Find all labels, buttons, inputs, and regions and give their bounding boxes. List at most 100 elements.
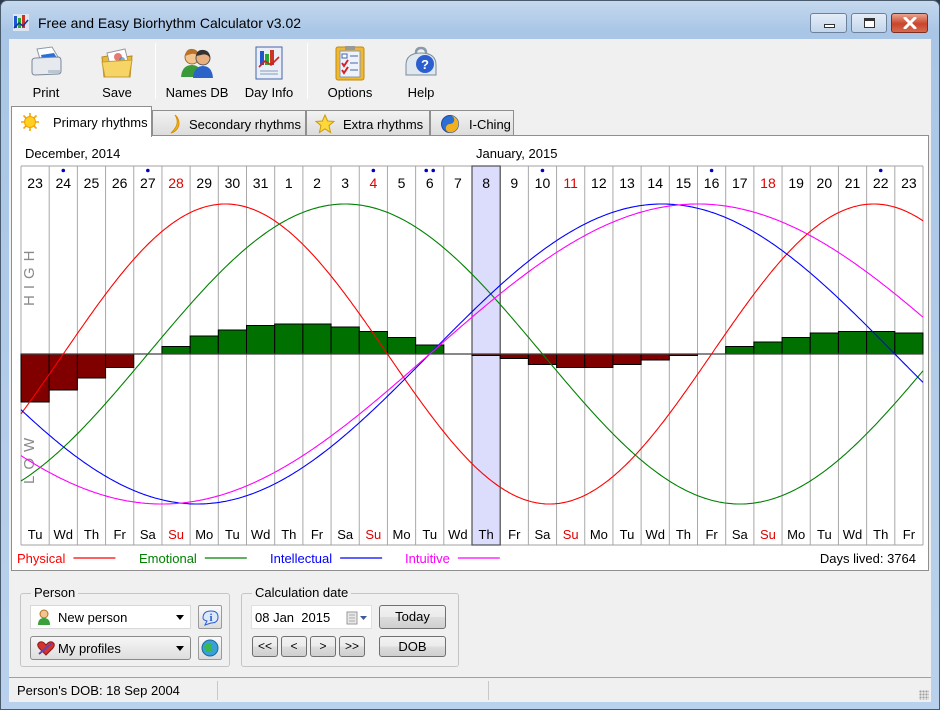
maximize-icon bbox=[864, 18, 875, 28]
event-dot bbox=[709, 168, 714, 173]
day-number: 6 bbox=[426, 175, 434, 191]
day-info-button[interactable]: Day Info bbox=[239, 41, 299, 103]
status-dob-text: Person's DOB: 18 Sep 2004 bbox=[17, 683, 180, 698]
combined-bar bbox=[781, 337, 811, 355]
dob-button[interactable]: DOB bbox=[379, 636, 446, 657]
back-month-button[interactable]: << bbox=[252, 636, 278, 657]
weekday-label: Tu bbox=[817, 527, 832, 542]
weekday-label: Sa bbox=[140, 527, 157, 542]
options-button[interactable]: Options bbox=[319, 41, 381, 103]
day-info-label: Day Info bbox=[244, 85, 294, 100]
day-number: 31 bbox=[253, 175, 269, 191]
tab-extra-rhythms[interactable]: Extra rhythms bbox=[306, 110, 430, 136]
combined-bar bbox=[527, 353, 558, 365]
tab-label: Extra rhythms bbox=[343, 117, 424, 132]
weekday-label: Th bbox=[676, 527, 691, 542]
day-number: 27 bbox=[140, 175, 156, 191]
today-button[interactable]: Today bbox=[379, 605, 446, 629]
combined-bar bbox=[499, 353, 529, 359]
days-lived-label: Days lived: 3764 bbox=[820, 551, 916, 566]
save-label: Save bbox=[102, 85, 132, 100]
tab-primary-rhythms[interactable]: Primary rhythms bbox=[11, 106, 152, 137]
day-number: 7 bbox=[454, 175, 462, 191]
forward-day-button[interactable]: > bbox=[310, 636, 336, 657]
help-button[interactable]: ? Help bbox=[391, 41, 451, 103]
combined-bar bbox=[217, 329, 247, 355]
day-number: 17 bbox=[732, 175, 748, 191]
combined-bar bbox=[246, 325, 276, 355]
close-icon bbox=[903, 17, 917, 29]
weekday-label: Th bbox=[873, 527, 888, 542]
legend-label-intuitive: Intuitive bbox=[405, 551, 450, 566]
combined-bar bbox=[894, 332, 924, 355]
day-number: 24 bbox=[55, 175, 71, 191]
day-number: 20 bbox=[817, 175, 833, 191]
tab-secondary-rhythms[interactable]: Secondary rhythms bbox=[152, 110, 306, 136]
weekday-label: Wd bbox=[645, 527, 665, 542]
profiles-select[interactable]: My profiles bbox=[30, 636, 191, 660]
close-button[interactable] bbox=[891, 13, 928, 33]
maximize-button[interactable] bbox=[851, 13, 887, 33]
chevron-down-icon bbox=[176, 615, 184, 620]
weekday-label: Wd bbox=[54, 527, 74, 542]
minimize-button[interactable] bbox=[810, 13, 847, 33]
weekday-label: Su bbox=[563, 527, 579, 542]
profiles-icon bbox=[37, 641, 55, 656]
weekday-label: Sa bbox=[337, 527, 354, 542]
combined-bar bbox=[415, 344, 445, 355]
calculation-date-label: Calculation date bbox=[252, 585, 352, 600]
weekday-label: Su bbox=[760, 527, 776, 542]
chart-document-icon bbox=[255, 46, 283, 80]
calculation-date-picker[interactable]: 08 Jan 2015 bbox=[251, 605, 372, 629]
weekday-label: Tu bbox=[620, 527, 635, 542]
tab-i-ching[interactable]: I-Ching bbox=[430, 110, 514, 136]
weekday-label: Fr bbox=[508, 527, 521, 542]
resize-grip[interactable] bbox=[919, 690, 929, 700]
svg-text:i: i bbox=[209, 612, 212, 624]
weekday-label: Su bbox=[168, 527, 184, 542]
calendar-dropdown-icon[interactable] bbox=[346, 611, 368, 625]
combined-bar bbox=[753, 341, 783, 355]
low-label: LOW bbox=[21, 432, 38, 484]
person-info-button[interactable]: i bbox=[198, 605, 222, 629]
combined-bar bbox=[161, 346, 191, 355]
back-day-button[interactable]: < bbox=[281, 636, 307, 657]
weekday-label: Wd bbox=[843, 527, 863, 542]
names-db-button[interactable]: Names DB bbox=[163, 41, 231, 103]
day-number: 11 bbox=[563, 175, 578, 191]
person-select[interactable]: New person bbox=[30, 605, 191, 629]
event-dot bbox=[371, 168, 376, 173]
weekday-label: Fr bbox=[903, 527, 916, 542]
combined-bar bbox=[837, 331, 868, 355]
combined-bar bbox=[274, 323, 304, 355]
forward-month-button[interactable]: >> bbox=[339, 636, 365, 657]
profiles-select-value: My profiles bbox=[58, 641, 121, 656]
svg-text:?: ? bbox=[421, 57, 429, 72]
day-number: 9 bbox=[510, 175, 518, 191]
day-number: 21 bbox=[845, 175, 861, 191]
biorhythm-chart[interactable]: December, 2014 January, 201523Tu24Wd25Th2… bbox=[12, 136, 928, 570]
combined-bar bbox=[612, 353, 642, 365]
combined-bar bbox=[189, 335, 219, 355]
title-bar[interactable]: Free and Easy Biorhythm Calculator v3.02 bbox=[1, 1, 939, 39]
weekday-label: Fr bbox=[705, 527, 718, 542]
person-group-label: Person bbox=[31, 585, 79, 600]
refresh-profile-button[interactable] bbox=[198, 636, 222, 660]
combined-bar bbox=[640, 353, 670, 361]
combined-bar bbox=[866, 331, 896, 355]
status-panel bbox=[489, 681, 889, 700]
day-number: 10 bbox=[535, 175, 551, 191]
day-number: 1 bbox=[285, 175, 293, 191]
print-button[interactable]: Print bbox=[17, 41, 75, 103]
toolbar: Print Save Names DB Day Info Options ? H… bbox=[9, 39, 931, 103]
weekday-label: Tu bbox=[225, 527, 240, 542]
options-label: Options bbox=[327, 85, 373, 100]
save-button[interactable]: Save bbox=[87, 41, 147, 103]
weekday-label: Wd bbox=[251, 527, 271, 542]
combined-bar bbox=[330, 326, 360, 355]
toolbar-separator bbox=[155, 43, 156, 99]
names-db-label: Names DB bbox=[165, 85, 229, 100]
legend-label-emotional: Emotional bbox=[139, 551, 197, 566]
weekday-label: Mo bbox=[393, 527, 411, 542]
weekday-label: Wd bbox=[448, 527, 468, 542]
